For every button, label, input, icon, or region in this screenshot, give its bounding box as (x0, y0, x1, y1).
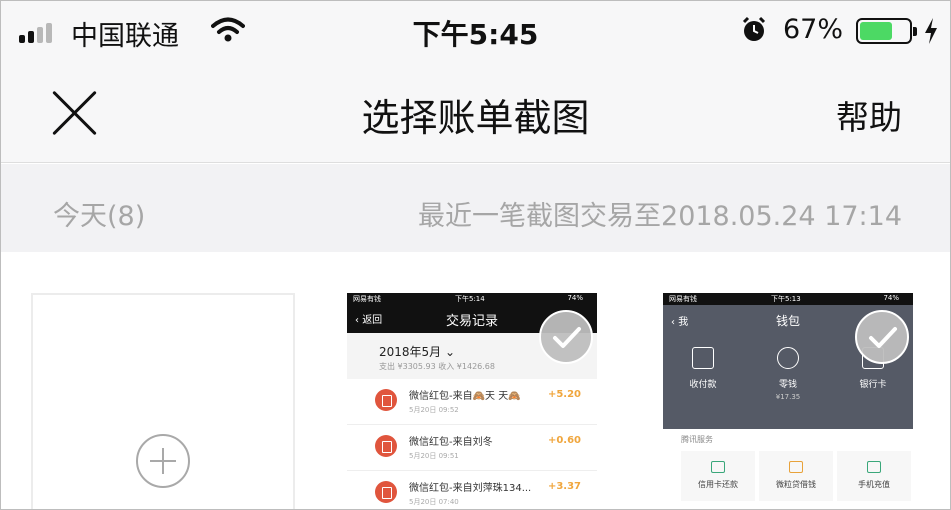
add-screenshot-tile[interactable] (31, 293, 295, 509)
screenshot-thumbnail-wallet[interactable]: 网易有钱 下午5:13 74% ‹ 我 钱包 收付款 零钱 ¥17.35 银行卡… (663, 293, 913, 509)
scan-icon (692, 347, 714, 369)
credit-card-icon (711, 461, 725, 473)
mini-status-bar: 网易有钱 下午5:14 74% (347, 293, 597, 305)
wallet-item-pay: 收付款 (663, 347, 743, 390)
transaction-row: 微信红包-来自刘萍珠134... 5月20日 07:40 +3.37 (347, 471, 597, 509)
mini-status-battery: 74% (883, 294, 899, 302)
transaction-row: 微信红包-来自🙈天 天🙈 5月20日 09:52 +5.20 (347, 379, 597, 425)
transaction-row: 微信红包-来自刘冬 5月20日 09:51 +0.60 (347, 425, 597, 471)
status-bar: 中国联通 下午5:45 67% (1, 1, 950, 63)
month-label: 2018年5月 ⌄ (379, 345, 456, 359)
transaction-date: 5月20日 09:52 (409, 406, 459, 414)
service-loan: 微粒贷借钱 (759, 451, 833, 501)
alarm-icon (742, 16, 766, 41)
transaction-title: 微信红包-来自🙈天 天🙈 (409, 391, 521, 402)
services-label: 腾讯服务 (681, 435, 713, 444)
mini-status-bar: 网易有钱 下午5:13 74% (663, 293, 913, 305)
transaction-amount: +3.37 (547, 481, 581, 492)
mini-status-time: 下午5:13 (771, 295, 801, 303)
loan-icon (789, 461, 803, 473)
battery-percent: 67% (783, 14, 844, 45)
screenshot-grid: 网易有钱 下午5:14 74% ‹ 返回 交易记录 2018年5月 ⌄ 支出 ¥… (1, 252, 950, 509)
nav-bar: 选择账单截图 帮助 (1, 63, 950, 163)
mini-status-time: 下午5:14 (455, 295, 485, 303)
red-packet-icon (375, 481, 397, 503)
red-packet-icon (375, 389, 397, 411)
help-button[interactable]: 帮助 (836, 91, 902, 139)
mini-status-carrier: 网易有钱 (669, 295, 697, 303)
latest-transaction-label: 最近一笔截图交易至2018.05.24 17:14 (418, 201, 902, 232)
selected-check-icon[interactable] (539, 310, 593, 364)
page-title: 选择账单截图 (361, 96, 590, 140)
service-topup: 手机充值 (837, 451, 911, 501)
transaction-amount: +0.60 (547, 435, 581, 446)
chevron-down-icon: ⌄ (445, 345, 456, 359)
month-summary: 支出 ¥3305.93 收入 ¥1426.68 (379, 362, 495, 371)
transaction-title: 微信红包-来自刘冬 (409, 437, 493, 448)
transaction-date: 5月20日 09:51 (409, 452, 459, 460)
screen: 中国联通 下午5:45 67% 选择账单截图 帮助 今天(8) 最近一笔截图交易… (0, 0, 951, 510)
selected-check-icon[interactable] (855, 310, 909, 364)
mini-status-battery: 74% (567, 294, 583, 302)
yuan-icon (777, 347, 799, 369)
charging-bolt-icon (925, 18, 937, 44)
transaction-date: 5月20日 07:40 (409, 498, 459, 506)
screenshot-thumbnail-transactions[interactable]: 网易有钱 下午5:14 74% ‹ 返回 交易记录 2018年5月 ⌄ 支出 ¥… (347, 293, 597, 509)
transaction-title: 微信红包-来自刘萍珠134... (409, 483, 532, 494)
service-credit-card: 信用卡还款 (681, 451, 755, 501)
transaction-amount: +5.20 (547, 389, 581, 400)
phone-icon (867, 461, 881, 473)
section-header: 今天(8) 最近一笔截图交易至2018.05.24 17:14 (1, 164, 950, 252)
red-packet-icon (375, 435, 397, 457)
battery-icon (856, 18, 917, 44)
mini-status-carrier: 网易有钱 (353, 295, 381, 303)
battery-level-fill (860, 22, 892, 40)
today-count-label: 今天(8) (53, 201, 146, 232)
wallet-item-change: 零钱 ¥17.35 (748, 347, 828, 401)
plus-circle-icon (136, 434, 190, 488)
